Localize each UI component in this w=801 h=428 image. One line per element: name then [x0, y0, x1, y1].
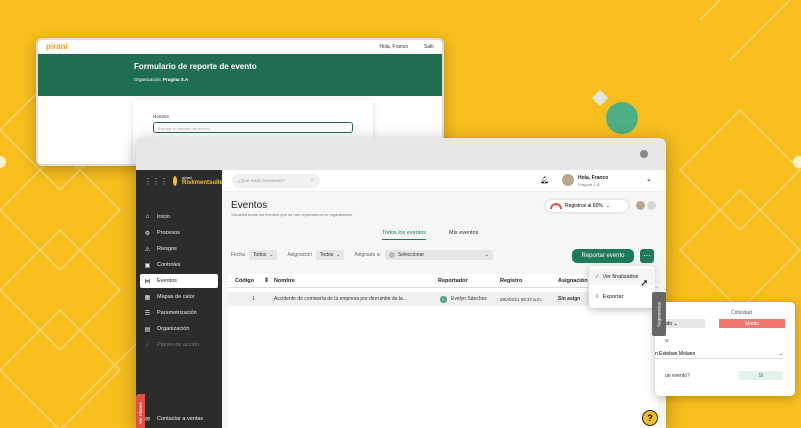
- avatar-placeholder: [647, 201, 656, 210]
- tab-mis-eventos[interactable]: Mis eventos: [449, 230, 478, 236]
- form-org: Organización: Pragma S.A: [134, 77, 189, 82]
- pirani-circle-icon: [173, 176, 177, 186]
- sidebar-item-eventos[interactable]: ⋈ Eventos: [140, 274, 218, 288]
- sidebar-item-riesgos[interactable]: ⚠ Riesgos: [140, 242, 218, 256]
- events-icon: ⋈: [144, 278, 151, 285]
- fecha-select[interactable]: Todos ⌄: [248, 250, 278, 260]
- bell-icon[interactable]: 🔔︎: [540, 176, 549, 184]
- row-code: 1: [252, 296, 255, 302]
- brand: ⋮⋮⋮ pirani Riskmentsuite: [136, 170, 224, 192]
- settings-icon: ☰: [144, 310, 151, 317]
- responsable-select[interactable]: n Esteban Molano ⌄: [655, 348, 783, 359]
- app-window: ⋮⋮⋮ pirani Riskmentsuite ⌂ Inicio ⚙ Proces…: [136, 138, 666, 428]
- reporter-avatar: E: [440, 295, 447, 303]
- form-header: Formulario de reporte de evento Organiza…: [38, 54, 442, 96]
- menu-exportar[interactable]: ⇩ Exportar: [589, 289, 655, 305]
- user-icon: [388, 252, 395, 258]
- sidebar-item-organizacion[interactable]: ▤ Organización: [140, 322, 218, 336]
- col-codigo[interactable]: Código: [228, 278, 264, 284]
- event-detail-panel: Criticidad lizado ⌄ Medio a: n Esteban M…: [655, 302, 795, 396]
- process-icon: ⚙: [144, 230, 151, 237]
- user-org: Pragma S.A.: [578, 182, 601, 187]
- page-title: Eventos: [231, 200, 268, 211]
- criticidad-label: Criticidad: [731, 310, 752, 316]
- risk-icon: ⚠: [144, 246, 151, 253]
- sidebar-item-procesos[interactable]: ⚙ Procesos: [140, 226, 218, 240]
- sidebar-item-parametrizacion[interactable]: ☰ Parametrización: [140, 306, 218, 320]
- user-name: Hola, Franco: [578, 175, 609, 181]
- cursor-icon: ➚: [640, 278, 649, 289]
- asignacion-select[interactable]: Todos ⌄: [315, 250, 345, 260]
- sort-icon[interactable]: ⇕: [264, 277, 274, 284]
- name-label: Nombre: [153, 114, 170, 119]
- criticidad-badge: Medio: [719, 319, 785, 328]
- row-assign: Sin asign: [558, 296, 581, 302]
- row-name: Accidente de comisería de la empresa por…: [274, 296, 407, 302]
- logout-link[interactable]: Salir: [424, 44, 434, 50]
- col-registro: Registro: [500, 277, 523, 284]
- window-dot: [640, 150, 648, 158]
- tab-todos[interactable]: Todos los eventos: [382, 230, 427, 240]
- row-date: 28/Abr/21 08:37 a.m.: [500, 296, 543, 302]
- form-title: Formulario de reporte de evento: [134, 62, 257, 71]
- chat-icon: ✉: [144, 416, 151, 423]
- col-asignacion: Asignación: [558, 277, 588, 284]
- gauge-icon: [550, 203, 562, 209]
- registros-badge[interactable]: Registros al 60% ⌄: [546, 200, 628, 212]
- search-input[interactable]: ¿Qué estás buscando? ○: [232, 174, 320, 188]
- home-icon: ⌂: [145, 214, 150, 220]
- row-reporter: Evelyn Sánchez: [451, 296, 487, 302]
- top-bar: ¿Qué estás buscando? ○ 🔔︎ Hola, Franco P…: [222, 170, 666, 192]
- back-user-greeting: Hola, Franco: [379, 43, 408, 50]
- plan-icon: ✓: [144, 342, 151, 349]
- sidebar: ⋮⋮⋮ pirani Riskmentsuite ⌂ Inicio ⚙ Proces…: [136, 170, 224, 428]
- chevron-down-icon[interactable]: ⌄: [646, 175, 652, 183]
- name-input[interactable]: Escriba el nombre del evento: [153, 122, 353, 133]
- brand-big: Riskmentsuite: [182, 180, 224, 186]
- more-options-button[interactable]: ⋯: [640, 249, 654, 263]
- controls-icon: ▣: [144, 262, 151, 269]
- page-subtitle: Visualiza todos los eventos que se han r…: [231, 212, 354, 217]
- org-icon: ▤: [144, 326, 151, 333]
- events-content: Eventos Visualiza todos los eventos que …: [222, 192, 666, 428]
- help-button[interactable]: ?: [642, 410, 658, 426]
- answer-toggle[interactable]: Sí: [739, 371, 783, 380]
- responsable-label: a:: [665, 338, 670, 344]
- contact-sales[interactable]: ✉ Contactar a ventas: [140, 412, 218, 426]
- avatar-small: [636, 201, 645, 210]
- sidebar-item-mapas[interactable]: ▦ Mapas de calor: [140, 290, 218, 304]
- sidebar-item-controles[interactable]: ▣ Controles: [140, 258, 218, 272]
- question-text: un evento?: [665, 373, 690, 379]
- pirani-logo: pirani: [46, 42, 68, 51]
- heatmap-icon: ▦: [144, 294, 151, 301]
- col-reportador: Reportador: [438, 277, 468, 284]
- sidebar-item-planes[interactable]: ✓ Planes de acción: [140, 338, 218, 352]
- chevron-icon: ⌄: [605, 203, 610, 209]
- sugerencias-tab[interactable]: Sugerencias: [652, 292, 666, 336]
- search-icon: ○: [310, 177, 314, 183]
- filters-bar: Fecha Todos ⌄ Asignación Todos ⌄ Asignado …: [231, 250, 493, 260]
- download-icon: ⇩: [595, 294, 600, 300]
- asignado-select[interactable]: Seleccionar ⌄: [384, 250, 493, 260]
- sidebar-item-inicio[interactable]: ⌂ Inicio: [140, 210, 218, 224]
- report-event-button[interactable]: Reportar evento: [572, 249, 634, 263]
- check-circle-icon: ✓: [595, 274, 600, 280]
- col-nombre: Nombre: [274, 277, 295, 284]
- apps-grid-icon[interactable]: ⋮⋮⋮: [144, 177, 168, 186]
- back-window-header: pirani Hola, Franco Salir: [38, 40, 442, 54]
- avatar[interactable]: [562, 174, 574, 186]
